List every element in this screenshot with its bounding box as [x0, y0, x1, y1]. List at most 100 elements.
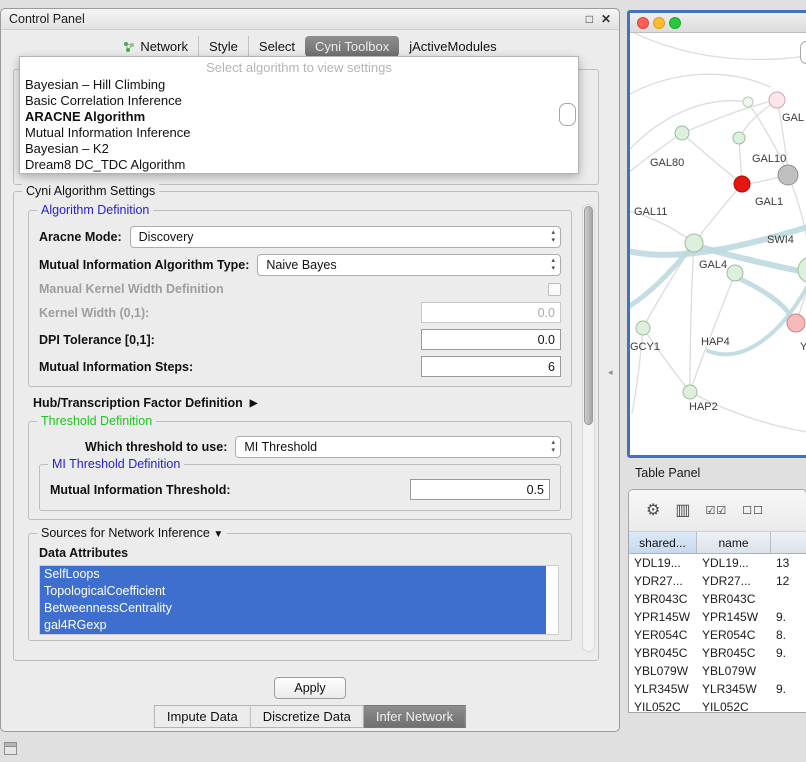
tab-style[interactable]: Style	[198, 36, 248, 57]
panel-dock-icon[interactable]	[4, 742, 17, 755]
table-cell: 8.	[771, 628, 806, 642]
hub-definition-label: Hub/Transcription Factor Definition	[33, 396, 243, 410]
which-threshold-label: Which threshold to use:	[85, 440, 227, 454]
network-edge[interactable]	[690, 273, 735, 392]
expander-down-icon: ▼	[213, 529, 223, 540]
network-node[interactable]	[733, 132, 745, 144]
table-cell: YBL079W	[629, 664, 697, 678]
table-header: shared...name	[629, 532, 806, 554]
network-node[interactable]	[769, 92, 785, 108]
table-cell: YBR045C	[629, 646, 697, 660]
attribute-item-topologicalcoefficient[interactable]: TopologicalCoefficient	[40, 583, 546, 600]
deselect-all-icon[interactable]: ☐☐	[742, 503, 764, 519]
network-node[interactable]	[734, 176, 750, 192]
tab-network[interactable]: Network	[113, 36, 198, 57]
network-node[interactable]	[743, 97, 753, 107]
network-edge[interactable]	[682, 133, 742, 184]
tab-select[interactable]: Select	[248, 36, 305, 57]
dropdown-item-aracne-algorithm[interactable]: ARACNE Algorithm	[20, 109, 578, 125]
settings-scrollbar[interactable]	[582, 204, 595, 652]
data-attributes-label: Data Attributes	[39, 546, 561, 560]
network-edge[interactable]	[643, 328, 690, 392]
settings-gear-icon[interactable]: ⚙	[646, 503, 660, 519]
attribute-item-betweennesscentrality[interactable]: BetweennessCentrality	[40, 600, 546, 617]
network-node[interactable]	[727, 265, 743, 281]
float-window-icon[interactable]: □	[586, 13, 593, 25]
algorithm-dropdown-list: Select algorithm to view settings Bayesi…	[19, 56, 579, 174]
which-threshold-combo[interactable]: MI Threshold ▴▾	[235, 436, 561, 458]
column-header-2[interactable]	[771, 532, 806, 553]
bottom-tab-discretize-data[interactable]: Discretize Data	[251, 705, 364, 728]
network-node[interactable]	[675, 126, 689, 140]
dropdown-item-mutual-information-inference[interactable]: Mutual Information Inference	[20, 125, 578, 141]
attribute-item-selfloops[interactable]: SelfLoops	[40, 566, 546, 583]
dropdown-item-dream8-dc-tdc-algorithm[interactable]: Dream8 DC_TDC Algorithm	[20, 157, 578, 173]
node-label: HAP4	[701, 336, 730, 348]
network-scrollbar-thumb[interactable]	[800, 41, 806, 64]
select-all-icon[interactable]: ☑☑	[705, 503, 727, 519]
table-row[interactable]: YER054CYER054C8.	[629, 626, 806, 644]
aracne-mode-combo[interactable]: Discovery ▴▾	[130, 226, 561, 248]
network-edge[interactable]	[634, 33, 806, 60]
network-edge[interactable]	[682, 100, 777, 133]
hub-definition-expander[interactable]: Hub/Transcription Factor Definition ▶	[33, 396, 572, 410]
manual-kernel-checkbox[interactable]	[548, 283, 561, 296]
network-edge[interactable]	[630, 101, 748, 151]
network-canvas[interactable]: GALGAL80GAL10GAL1GAL11SWI4GAL4GCY1HAP4HA…	[630, 33, 806, 458]
apply-button[interactable]: Apply	[274, 677, 346, 699]
network-icon	[123, 41, 135, 53]
sources-title[interactable]: Sources for Network Inference ▼	[37, 526, 227, 540]
network-edge[interactable]	[788, 175, 806, 259]
table-cell: YBR043C	[629, 592, 697, 606]
threshold-definition-title: Threshold Definition	[37, 414, 156, 428]
settings-scrollbar-thumb[interactable]	[584, 206, 593, 425]
table-cell: YLR345W	[697, 682, 771, 696]
tab-cyni-toolbox[interactable]: Cyni Toolbox	[305, 36, 399, 57]
attribute-item-gal4rgexp[interactable]: gal4RGexp	[40, 617, 546, 634]
splitter-collapse-icon[interactable]: ◂	[608, 367, 613, 378]
close-traffic-light-icon[interactable]	[637, 17, 649, 29]
network-edge[interactable]	[630, 74, 770, 95]
table-row[interactable]: YBR043CYBR043C	[629, 590, 806, 608]
mi-threshold-field[interactable]: 0.5	[410, 479, 550, 500]
mi-steps-field[interactable]: 6	[421, 356, 561, 377]
network-window-titlebar	[630, 13, 806, 33]
bottom-tab-infer-network[interactable]: Infer Network	[364, 705, 466, 728]
column-header-name[interactable]: name	[697, 532, 771, 553]
table-row[interactable]: YDL19...YDL19...13	[629, 554, 806, 572]
network-node[interactable]	[798, 257, 806, 283]
dropdown-item-bayesian-k2[interactable]: Bayesian – K2	[20, 141, 578, 157]
zoom-traffic-light-icon[interactable]	[669, 17, 681, 29]
table-cell: YPR145W	[697, 610, 771, 624]
table-row[interactable]: YIL052CYIL052C	[629, 698, 806, 713]
aracne-mode-row: Aracne Mode: Discovery ▴▾	[39, 226, 561, 248]
table-row[interactable]: YBL079WYBL079W	[629, 662, 806, 680]
table-cell: 9.	[771, 646, 806, 660]
table-cell: YDR27...	[697, 574, 771, 588]
network-node[interactable]	[683, 385, 697, 399]
mi-type-combo[interactable]: Naive Bayes ▴▾	[257, 254, 561, 276]
network-node[interactable]	[685, 234, 703, 252]
table-row[interactable]: YDR27...YDR27...12	[629, 572, 806, 590]
network-node[interactable]	[636, 321, 650, 335]
dropdown-scrollbar-thumb[interactable]	[559, 103, 576, 126]
table-row[interactable]: YLR345WYLR345W9.	[629, 680, 806, 698]
dropdown-item-bayesian-hill-climbing[interactable]: Bayesian – Hill Climbing	[20, 77, 578, 93]
which-threshold-value: MI Threshold	[244, 440, 317, 454]
bottom-tab-impute-data[interactable]: Impute Data	[154, 705, 251, 728]
network-edge[interactable]	[736, 277, 793, 320]
tab-jactivemodules[interactable]: jActiveModules	[399, 36, 506, 57]
table-row[interactable]: YPR145WYPR145W9.	[629, 608, 806, 626]
dropdown-item-basic-correlation-inference[interactable]: Basic Correlation Inference	[20, 93, 578, 109]
minimize-traffic-light-icon[interactable]	[653, 17, 665, 29]
network-edge[interactable]	[690, 245, 694, 392]
close-icon[interactable]: ✕	[601, 13, 611, 25]
network-edge[interactable]	[694, 184, 742, 243]
dpi-tolerance-field[interactable]: 0.0	[421, 329, 561, 350]
kernel-width-field[interactable]: 0.0	[421, 302, 561, 323]
column-header-shared[interactable]: shared...	[629, 532, 697, 553]
network-node[interactable]	[778, 165, 798, 185]
table-row[interactable]: YBR045CYBR045C9.	[629, 644, 806, 662]
columns-icon[interactable]: ▥	[675, 503, 690, 519]
network-node[interactable]	[787, 314, 805, 332]
